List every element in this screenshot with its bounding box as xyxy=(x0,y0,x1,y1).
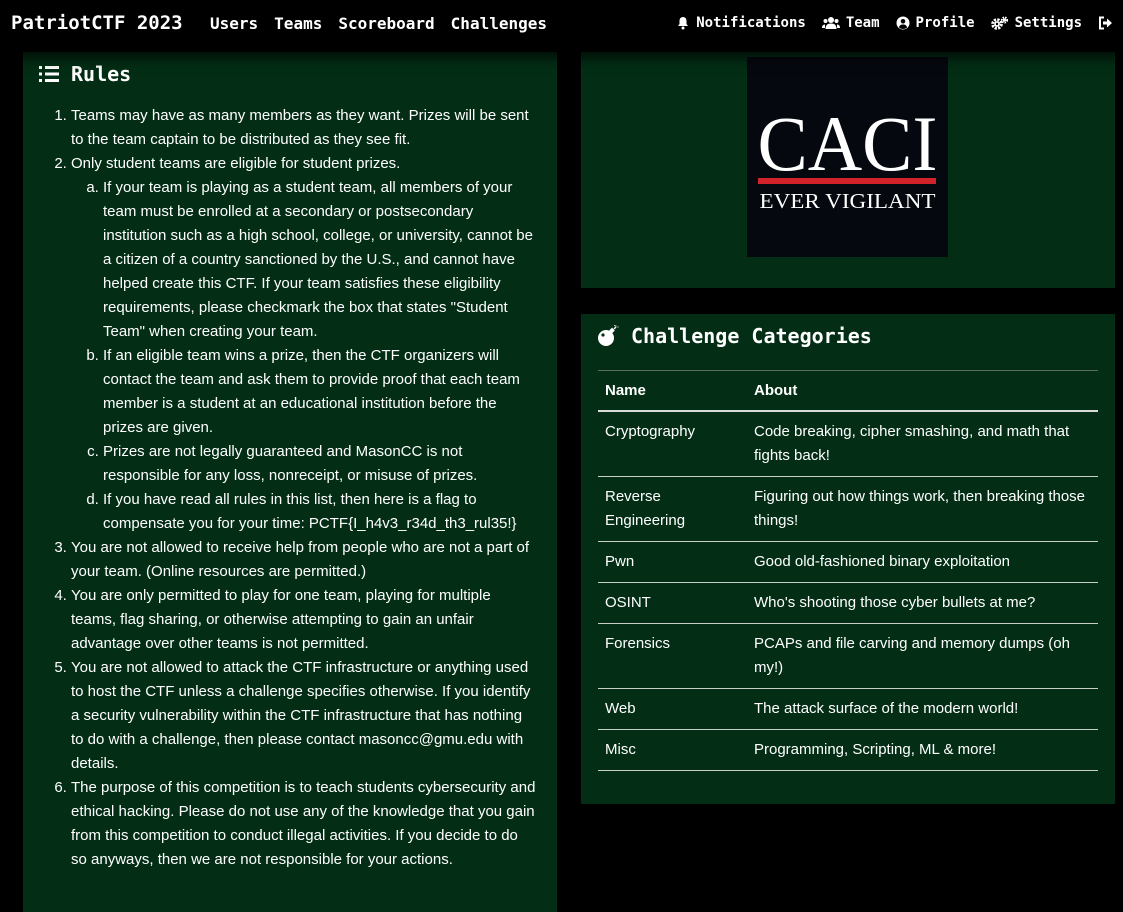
category-about: Who's shooting those cyber bullets at me… xyxy=(747,582,1098,624)
categories-title: Challenge Categories xyxy=(631,324,872,348)
sponsor-tagline: EVER VIGILANT xyxy=(760,189,936,213)
profile-link[interactable]: Profile xyxy=(896,15,975,31)
nav-teams-link[interactable]: Teams xyxy=(274,14,322,33)
rule-item: Teams may have as many members as they w… xyxy=(71,104,537,152)
category-about: Code breaking, cipher smashing, and math… xyxy=(747,411,1098,477)
nav-users-link[interactable]: Users xyxy=(210,14,258,33)
category-name: Cryptography xyxy=(598,411,747,477)
notifications-label: Notifications xyxy=(696,15,806,31)
profile-label: Profile xyxy=(915,15,975,31)
category-about: Programming, Scripting, ML & more! xyxy=(747,729,1098,771)
table-row: Cryptography Code breaking, cipher smashi… xyxy=(598,411,1098,477)
caci-logo-image: CACI EVER VIGILANT xyxy=(747,57,948,257)
rule-subitem: If you have read all rules in this list,… xyxy=(103,488,537,536)
category-name: Web xyxy=(598,688,747,730)
rule-item: Only student teams are eligible for stud… xyxy=(71,152,537,536)
settings-link[interactable]: Settings xyxy=(990,15,1082,31)
sponsor-panel: CACI EVER VIGILANT xyxy=(581,52,1115,288)
gears-icon xyxy=(990,16,1008,30)
team-link[interactable]: Team xyxy=(821,15,880,31)
categories-panel: Challenge Categories Name About Cryptogr… xyxy=(581,314,1115,804)
nav-challenges-link[interactable]: Challenges xyxy=(451,14,547,33)
rules-list: Teams may have as many members as they w… xyxy=(23,104,557,872)
category-about: PCAPs and file carving and memory dumps … xyxy=(747,623,1098,689)
rule-item: The purpose of this competition is to te… xyxy=(71,776,537,872)
column-header-about: About xyxy=(747,370,1098,412)
column-header-name: Name xyxy=(598,370,747,412)
rules-heading: Rules xyxy=(39,62,131,86)
nav-user-menu: Notifications Team Profile Settings xyxy=(676,15,1113,31)
logout-link[interactable] xyxy=(1098,16,1113,30)
table-row: OSINT Who's shooting those cyber bullets … xyxy=(598,582,1098,624)
category-name: OSINT xyxy=(598,582,747,624)
nav-links: Users Teams Scoreboard Challenges xyxy=(210,14,547,33)
rule-sublist: If your team is playing as a student tea… xyxy=(71,176,537,536)
brand-link[interactable]: PatriotCTF 2023 xyxy=(11,12,183,34)
category-name: Pwn xyxy=(598,541,747,583)
category-about: Figuring out how things work, then break… xyxy=(747,476,1098,542)
sponsor-logo[interactable]: CACI EVER VIGILANT xyxy=(747,57,948,257)
category-name: Forensics xyxy=(598,623,747,689)
nav-scoreboard-link[interactable]: Scoreboard xyxy=(338,14,434,33)
table-header-row: Name About xyxy=(598,370,1098,412)
rule-text: Only student teams are eligible for stud… xyxy=(71,155,401,172)
rule-subitem: Prizes are not legally guaranteed and Ma… xyxy=(103,440,537,488)
notifications-link[interactable]: Notifications xyxy=(676,15,806,31)
category-name: Misc xyxy=(598,729,747,771)
users-icon xyxy=(821,17,840,29)
rules-title: Rules xyxy=(71,62,132,86)
user-circle-icon xyxy=(896,16,910,30)
table-row: Web The attack surface of the modern worl… xyxy=(598,688,1098,730)
rule-subitem: If your team is playing as a student tea… xyxy=(103,176,537,344)
categories-table: Name About Cryptography Code breaking, ci… xyxy=(598,370,1098,771)
table-row: Pwn Good old-fashioned binary exploitatio… xyxy=(598,541,1098,583)
rule-item: You are not allowed to receive help from… xyxy=(71,536,537,584)
category-name: Reverse Engineering xyxy=(598,476,747,542)
table-row: Forensics PCAPs and file carving and memo… xyxy=(598,623,1098,689)
navbar: PatriotCTF 2023 Users Teams Scoreboard C… xyxy=(0,0,1123,48)
table-row: Reverse Engineering Figuring out how thin… xyxy=(598,476,1098,542)
sign-out-icon xyxy=(1099,16,1112,30)
rules-panel: Rules Teams may have as many members as … xyxy=(23,52,557,912)
bomb-icon xyxy=(598,325,619,346)
categories-heading: Challenge Categories xyxy=(597,324,872,348)
sponsor-name: CACI xyxy=(758,100,938,187)
list-icon xyxy=(39,66,59,82)
rule-item: You are not allowed to attack the CTF in… xyxy=(71,656,537,776)
bell-icon xyxy=(678,17,689,30)
category-about: Good old-fashioned binary exploitation xyxy=(747,541,1098,583)
settings-label: Settings xyxy=(1014,15,1082,31)
category-about: The attack surface of the modern world! xyxy=(747,688,1098,730)
rule-subitem: If an eligible team wins a prize, then t… xyxy=(103,344,537,440)
table-row: Misc Programming, Scripting, ML & more! xyxy=(598,729,1098,771)
team-label: Team xyxy=(845,15,880,31)
rule-item: You are only permitted to play for one t… xyxy=(71,584,537,656)
